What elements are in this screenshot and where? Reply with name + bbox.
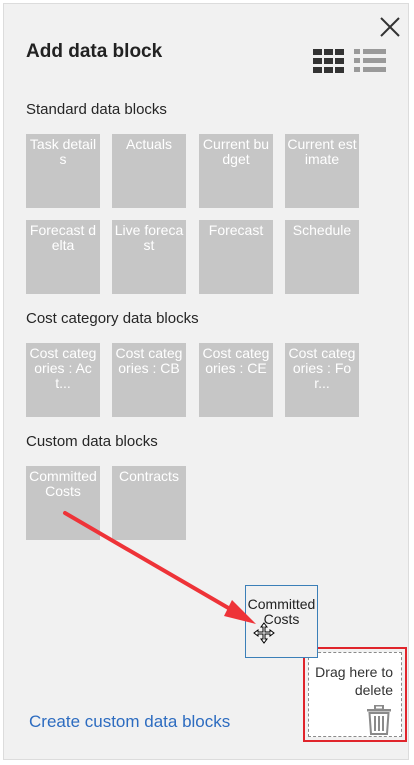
move-cursor-icon [253, 622, 275, 644]
tile-forecast[interactable]: Forecast [199, 220, 273, 294]
tile-cost-categories-forecast[interactable]: Cost categories : For... [285, 343, 359, 417]
tile-contracts[interactable]: Contracts [112, 466, 186, 540]
delete-zone-label: Drag here to delete [315, 664, 393, 698]
tile-actuals[interactable]: Actuals [112, 134, 186, 208]
tile-label: Current budget [202, 136, 270, 167]
tile-current-estimate[interactable]: Current estimate [285, 134, 359, 208]
tile-cost-categories-ce[interactable]: Cost categories : CE [199, 343, 273, 417]
tile-label: Forecast [208, 222, 264, 238]
tile-label: Task details [29, 136, 97, 167]
tile-current-budget[interactable]: Current budget [199, 134, 273, 208]
tile-live-forecast[interactable]: Live forecast [112, 220, 186, 294]
delete-drop-area[interactable]: Drag here to delete [308, 652, 402, 737]
tile-label: Committed Costs [29, 468, 97, 499]
section-label-cost-category: Cost category data blocks [26, 310, 199, 327]
tile-forecast-delta[interactable]: Forecast delta [26, 220, 100, 294]
tile-label: Cost categories : For... [288, 345, 356, 391]
tile-label: Contracts [119, 468, 179, 484]
tile-label: Cost categories : Act... [29, 345, 97, 391]
section-label-standard: Standard data blocks [26, 101, 167, 118]
tile-cost-categories-cb[interactable]: Cost categories : CB [112, 343, 186, 417]
tile-label: Cost categories : CE [202, 345, 270, 376]
tile-cost-categories-actuals[interactable]: Cost categories : Act... [26, 343, 100, 417]
create-custom-data-blocks-link[interactable]: Create custom data blocks [29, 712, 230, 732]
tile-label: Schedule [292, 222, 352, 238]
close-icon[interactable] [377, 14, 403, 40]
tile-label: Current estimate [287, 136, 357, 167]
tile-committed-costs[interactable]: Committed Costs [26, 466, 100, 540]
grid-view-icon[interactable] [313, 49, 345, 73]
delete-drop-zone[interactable]: Drag here to delete [303, 647, 407, 742]
tile-label: Actuals [126, 136, 172, 152]
tile-schedule[interactable]: Schedule [285, 220, 359, 294]
panel-title: Add data block [26, 41, 163, 62]
tile-label: Forecast delta [29, 222, 97, 253]
tile-label: Cost categories : CB [115, 345, 183, 376]
section-label-custom: Custom data blocks [26, 433, 158, 450]
tile-label: Live forecast [114, 222, 184, 253]
tile-task-details[interactable]: Task details [26, 134, 100, 208]
trash-icon [367, 705, 391, 735]
list-view-icon[interactable] [354, 49, 386, 73]
